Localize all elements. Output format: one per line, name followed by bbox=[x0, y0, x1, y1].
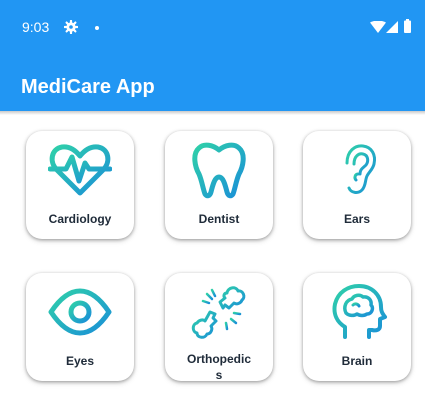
category-card-eyes[interactable]: Eyes bbox=[26, 273, 134, 381]
category-label: Brain bbox=[341, 354, 373, 368]
gear-icon bbox=[64, 20, 78, 34]
brain-head-icon bbox=[332, 284, 387, 339]
eye-icon bbox=[48, 288, 112, 336]
category-card-brain[interactable]: Brain bbox=[303, 273, 411, 381]
category-card-cardiology[interactable]: Cardiology bbox=[26, 131, 134, 239]
category-card-ears[interactable]: Ears bbox=[303, 131, 411, 239]
notification-dot-icon bbox=[95, 26, 99, 30]
category-label-line1: Orthopedic bbox=[186, 352, 251, 366]
battery-icon bbox=[404, 19, 411, 33]
app-title: MediCare App bbox=[21, 76, 155, 98]
app-bar: 9:03 MediCare App bbox=[0, 0, 425, 111]
category-label: Eyes bbox=[65, 354, 95, 368]
category-card-dentist[interactable]: Dentist bbox=[165, 131, 273, 239]
app-bar-shadow bbox=[0, 111, 425, 115]
category-label: Dentist bbox=[198, 212, 240, 226]
category-label-line2: s bbox=[215, 368, 223, 382]
category-label: Orthopedic s bbox=[165, 351, 273, 383]
broken-bone-icon bbox=[191, 286, 246, 339]
category-label: Cardiology bbox=[48, 212, 112, 226]
category-label: Ears bbox=[343, 212, 371, 226]
status-time: 9:03 bbox=[22, 19, 50, 35]
ear-icon bbox=[345, 144, 376, 194]
status-bar: 9:03 bbox=[0, 0, 425, 56]
wifi-icon bbox=[370, 21, 386, 33]
heart-pulse-icon bbox=[48, 144, 112, 196]
tooth-icon bbox=[192, 142, 246, 199]
category-card-orthopedics[interactable]: Orthopedic s bbox=[165, 273, 273, 383]
signal-icon bbox=[386, 21, 398, 33]
